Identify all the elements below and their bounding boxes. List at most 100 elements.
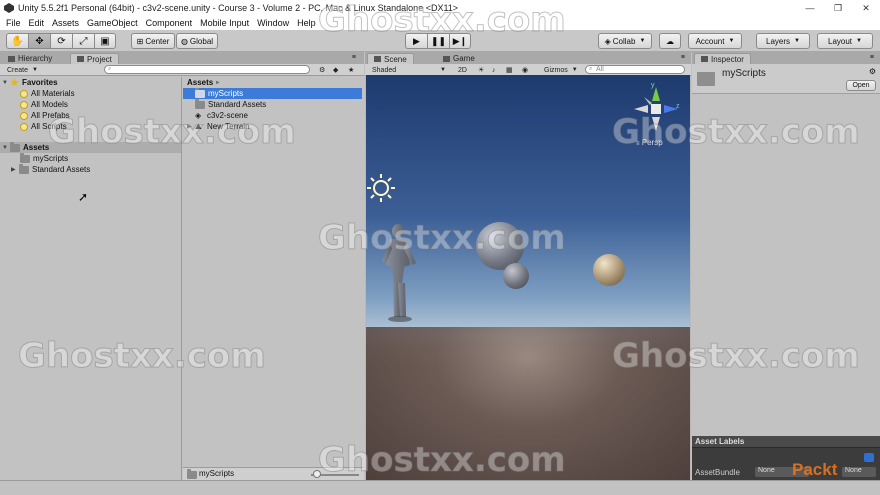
favorite-star-icon[interactable]: ★ bbox=[345, 65, 357, 75]
toggle-2d-button[interactable]: 2D bbox=[455, 65, 470, 75]
minimize-button[interactable]: — bbox=[796, 0, 824, 16]
menu-gameobject[interactable]: GameObject bbox=[83, 18, 142, 28]
sphere-small[interactable] bbox=[503, 263, 529, 289]
audio-toggle-icon[interactable]: ♪ bbox=[489, 65, 499, 75]
window-controls: — ❐ ✕ bbox=[796, 0, 880, 16]
saved-search-icon bbox=[20, 100, 28, 109]
search-icon: ⌕ bbox=[589, 66, 593, 72]
scale-tool-icon[interactable]: ⤢ bbox=[72, 33, 94, 49]
packt-logo: Packt bbox=[792, 460, 838, 479]
folder-icon bbox=[195, 98, 205, 109]
scene-search-input[interactable]: ⌕ All bbox=[585, 65, 685, 74]
menu-edit[interactable]: Edit bbox=[25, 18, 49, 28]
hidden-toggle-icon[interactable]: ◉ bbox=[519, 65, 531, 75]
menu-mobile-input[interactable]: Mobile Input bbox=[196, 18, 253, 28]
saved-search-icon bbox=[20, 111, 28, 120]
window-title: Unity 5.5.2f1 Personal (64bit) - c3v2-sc… bbox=[18, 3, 459, 13]
asset-labels-section: Asset Labels AssetBundle None None Packt bbox=[692, 436, 880, 480]
tab-game[interactable]: Game bbox=[437, 53, 481, 64]
list-item-c3v2-scene[interactable]: ◈ c3v2-scene bbox=[195, 110, 248, 121]
breadcrumb-arrow-icon: ▸ bbox=[216, 80, 220, 86]
pause-button[interactable]: ❚❚ bbox=[427, 33, 449, 49]
tab-inspector[interactable]: Inspector bbox=[694, 53, 751, 64]
status-bar bbox=[0, 480, 880, 495]
panel-menu-icon[interactable]: ≡ bbox=[681, 54, 685, 61]
tree-folder-myscripts[interactable]: myScripts bbox=[20, 152, 68, 164]
mouse-cursor-icon: ➚ bbox=[78, 190, 89, 204]
project-search-input[interactable]: ⌕ bbox=[104, 65, 310, 74]
collab-button[interactable]: ◈ Collab ▼ bbox=[598, 33, 652, 49]
create-dropdown[interactable]: Create ▼ bbox=[4, 65, 41, 75]
panel-menu-icon[interactable]: ≡ bbox=[352, 54, 356, 61]
chevron-down-icon: ▼ bbox=[794, 38, 800, 44]
asset-variant-dropdown[interactable]: None bbox=[842, 467, 876, 477]
list-icon bbox=[8, 55, 15, 62]
slider-handle[interactable] bbox=[313, 470, 321, 478]
inspector-header: myScripts ⚙ Open bbox=[692, 64, 880, 94]
play-button[interactable]: ▶ bbox=[405, 33, 427, 49]
menu-assets[interactable]: Assets bbox=[48, 18, 83, 28]
project-toolbar: Create ▼ ⌕ ⚙ ◆ ★ bbox=[0, 64, 364, 76]
cloud-icon: ☁ bbox=[666, 36, 674, 46]
favorite-all-materials[interactable]: All Materials bbox=[20, 88, 75, 99]
gear-icon[interactable]: ⚙ bbox=[869, 67, 876, 76]
collab-icon: ◈ bbox=[604, 36, 611, 46]
projection-label[interactable]: ≡ Persp bbox=[636, 138, 663, 147]
tab-project[interactable]: Project bbox=[70, 53, 119, 64]
asset-labels-header: Asset Labels bbox=[692, 436, 880, 448]
filter-type-icon[interactable]: ⚙ bbox=[316, 65, 328, 75]
rect-tool-icon[interactable]: ▣ bbox=[94, 33, 116, 49]
assets-root-folder[interactable]: ▼ Assets bbox=[0, 141, 181, 153]
folder-icon bbox=[195, 87, 205, 98]
favorite-all-prefabs[interactable]: All Prefabs bbox=[20, 110, 70, 121]
gizmo-axis-z: z bbox=[676, 103, 680, 110]
open-button[interactable]: Open bbox=[846, 80, 876, 91]
saved-search-icon bbox=[20, 122, 28, 131]
maximize-button[interactable]: ❐ bbox=[824, 0, 852, 16]
info-icon bbox=[701, 56, 708, 62]
folder-icon bbox=[697, 72, 715, 86]
breadcrumb[interactable]: Assets ▸ bbox=[187, 77, 219, 88]
favorites-header[interactable]: ▼ Favorites bbox=[2, 77, 180, 88]
layout-dropdown[interactable]: Layout ▼ bbox=[817, 33, 873, 49]
rotate-tool-icon[interactable]: ⟳ bbox=[50, 33, 72, 49]
menu-file[interactable]: File bbox=[2, 18, 25, 28]
hand-tool-icon[interactable]: ✋ bbox=[6, 33, 28, 49]
orientation-gizmo-icon[interactable] bbox=[630, 83, 682, 135]
pivot-center-button[interactable]: ⊞ Center bbox=[131, 33, 175, 49]
character-model[interactable] bbox=[376, 223, 418, 323]
folder-icon bbox=[187, 469, 197, 479]
gizmos-dropdown[interactable]: Gizmos ▼ bbox=[541, 65, 581, 75]
move-tool-icon[interactable]: ✥ bbox=[28, 33, 50, 49]
account-dropdown[interactable]: Account ▼ bbox=[688, 33, 742, 49]
step-button[interactable]: ▶❙ bbox=[449, 33, 471, 49]
tab-scene[interactable]: Scene bbox=[367, 53, 414, 64]
folder-icon bbox=[19, 163, 29, 174]
list-item-myscripts[interactable]: myScripts bbox=[183, 87, 362, 99]
lighting-toggle-icon[interactable]: ☀ bbox=[475, 65, 487, 75]
menu-help[interactable]: Help bbox=[293, 18, 320, 28]
grid-icon bbox=[374, 56, 381, 62]
pivot-global-button[interactable]: ◍ Global bbox=[176, 33, 218, 49]
expand-down-icon: ▼ bbox=[2, 79, 8, 86]
perspective-lines-icon: ≡ bbox=[636, 141, 640, 147]
tab-hierarchy[interactable]: Hierarchy bbox=[2, 53, 59, 64]
cloud-button[interactable]: ☁ bbox=[659, 33, 681, 49]
close-button[interactable]: ✕ bbox=[852, 0, 880, 16]
layers-dropdown[interactable]: Layers ▼ bbox=[756, 33, 810, 49]
directional-light-icon[interactable] bbox=[366, 173, 396, 203]
filter-label-icon[interactable]: ◆ bbox=[330, 65, 341, 75]
effects-toggle-icon[interactable]: ▦ bbox=[503, 65, 516, 75]
menu-component[interactable]: Component bbox=[142, 18, 197, 28]
scene-viewport[interactable]: y z ≡ Persp bbox=[366, 75, 690, 480]
tree-folder-standard-assets[interactable]: ▶ Standard Assets bbox=[11, 163, 90, 175]
shading-mode-dropdown[interactable]: Shaded ▼ bbox=[369, 65, 449, 75]
favorite-all-scripts[interactable]: All Scripts bbox=[20, 121, 67, 132]
favorite-all-models[interactable]: All Models bbox=[20, 99, 68, 110]
list-item-standard-assets[interactable]: Standard Assets bbox=[195, 98, 266, 110]
panel-menu-icon[interactable]: ≡ bbox=[870, 54, 874, 61]
sphere-tan[interactable] bbox=[593, 254, 625, 286]
list-item-new-terrain[interactable]: ▶ ⛰ New Terrain bbox=[187, 121, 250, 132]
menu-window[interactable]: Window bbox=[253, 18, 293, 28]
tag-icon[interactable] bbox=[864, 453, 874, 462]
